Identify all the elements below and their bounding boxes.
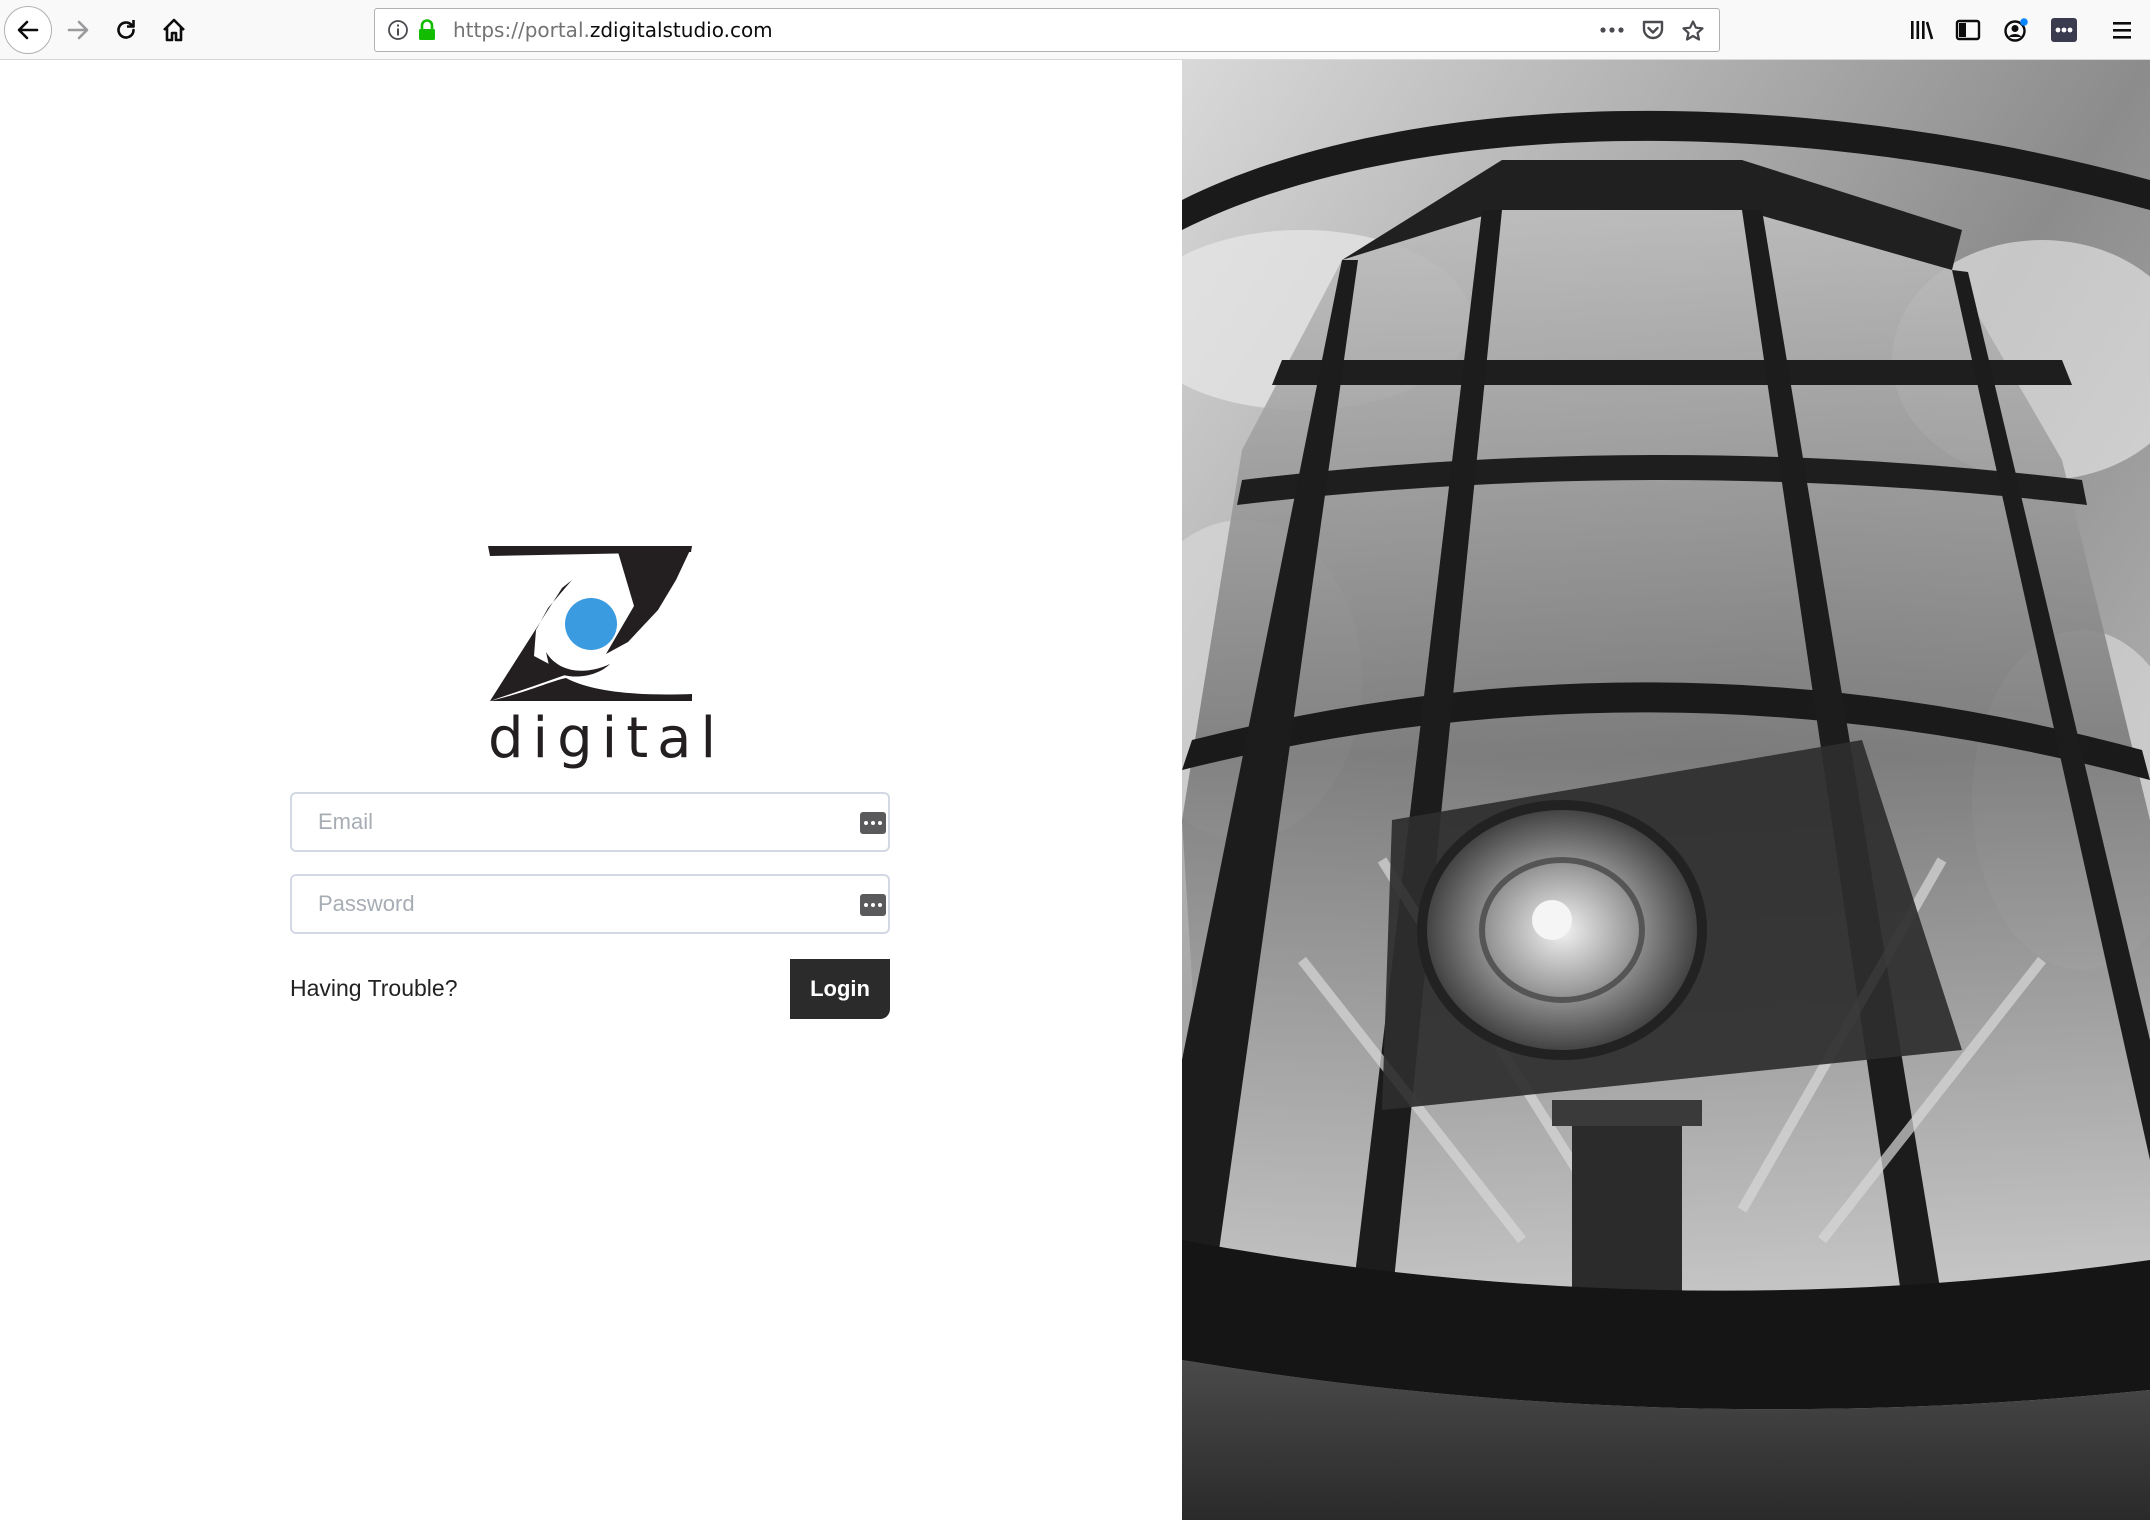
password-manager-icon[interactable] bbox=[860, 812, 886, 834]
reload-button[interactable] bbox=[104, 8, 148, 52]
zdigital-logo: digital bbox=[488, 546, 716, 771]
library-icon bbox=[1911, 21, 1934, 40]
extension-button[interactable] bbox=[2042, 8, 2086, 52]
email-input[interactable] bbox=[292, 794, 888, 850]
logo-wordmark: digital bbox=[488, 706, 726, 771]
login-button[interactable]: Login bbox=[790, 959, 890, 1019]
url-prefix: https://portal. bbox=[453, 18, 590, 42]
info-icon[interactable] bbox=[387, 19, 409, 41]
hero-image bbox=[1182, 60, 2150, 1520]
more-horizontal-icon[interactable] bbox=[1599, 21, 1625, 39]
pocket-icon[interactable] bbox=[1641, 19, 1665, 41]
account-button[interactable] bbox=[1994, 8, 2038, 52]
bookmark-star-icon[interactable] bbox=[1681, 19, 1705, 43]
sidebar-button[interactable] bbox=[1946, 8, 1990, 52]
z-logo-mark bbox=[488, 546, 692, 701]
login-pane bbox=[0, 60, 1182, 1520]
url-domain: zdigitalstudio.com bbox=[589, 18, 773, 42]
lighthouse-lantern-photo bbox=[1182, 60, 2150, 1520]
email-field[interactable] bbox=[290, 792, 890, 852]
reload-icon bbox=[117, 20, 135, 39]
lock-icon[interactable] bbox=[417, 19, 437, 41]
back-button[interactable] bbox=[4, 6, 52, 54]
menu-button[interactable] bbox=[2100, 8, 2144, 52]
extension-icon bbox=[2051, 18, 2077, 42]
password-input[interactable] bbox=[292, 876, 888, 932]
library-button[interactable] bbox=[1900, 8, 1944, 52]
url-text[interactable]: https://portal.zdigitalstudio.com bbox=[453, 9, 773, 51]
home-button[interactable] bbox=[152, 8, 196, 52]
password-manager-icon[interactable] bbox=[860, 894, 886, 916]
back-arrow-icon bbox=[17, 20, 39, 40]
forward-button[interactable] bbox=[56, 8, 100, 52]
forward-arrow-icon bbox=[67, 20, 89, 40]
password-field[interactable] bbox=[290, 874, 890, 934]
logo-blue-dot bbox=[565, 598, 617, 650]
hamburger-menu-icon bbox=[2113, 22, 2131, 39]
having-trouble-link[interactable]: Having Trouble? bbox=[290, 975, 458, 1002]
sidebar-icon bbox=[1955, 19, 1981, 41]
account-icon bbox=[2004, 18, 2028, 42]
browser-toolbar: https://portal.zdigitalstudio.com bbox=[0, 0, 2150, 60]
url-bar[interactable]: https://portal.zdigitalstudio.com bbox=[374, 8, 1720, 52]
home-icon bbox=[163, 18, 185, 42]
